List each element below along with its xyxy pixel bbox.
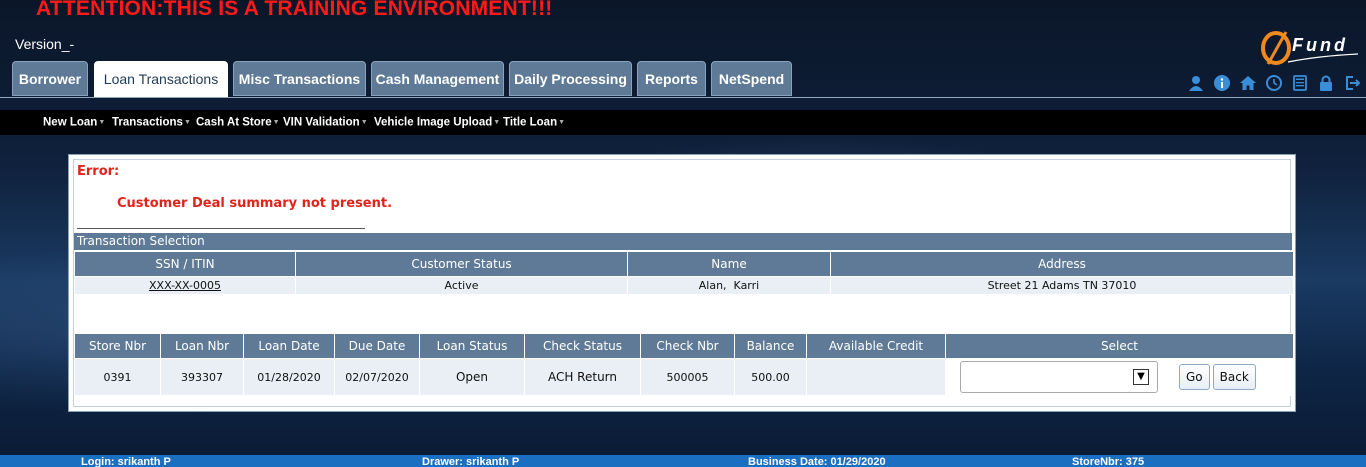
subnav-title-loan[interactable]: Title Loan▼ [503,110,565,135]
table-header-row: Store Nbr Loan Nbr Loan Date Due Date Lo… [74,333,1294,359]
store-nbr-cell: 0391 [74,358,161,396]
footer-business-date: Business Date: 01/29/2020 [748,456,886,467]
col-due-date: Due Date [334,333,420,359]
transaction-panel: Error: Customer Deal summary not present… [68,154,1296,412]
chevron-down-icon: ▼ [1133,369,1149,385]
customer-status-cell: Active [295,276,628,295]
table-row: XXX-XX-0005 Active Alan, Karri Street 21… [74,276,1294,295]
check-nbr-cell: 500005 [640,358,735,396]
col-loan-status: Loan Status [419,333,525,359]
col-loan-nbr: Loan Nbr [160,333,244,359]
footer-store: StoreNbr: 375 [1072,456,1145,467]
loan-nbr-cell: 393307 [160,358,244,396]
footer-drawer: Drawer: srikanth P [422,456,520,467]
table-header-row: SSN / ITIN Customer Status Name Address [74,251,1294,277]
col-address: Address [830,251,1294,277]
subnav-cash-at-store[interactable]: Cash At Store▼ [196,110,280,135]
sub-navigation: New Loan▼ Transactions▼ Cash At Store▼ V… [0,110,1366,135]
error-title: Error: [77,164,120,179]
lock-icon[interactable] [1317,75,1335,93]
logout-icon[interactable] [1343,75,1361,93]
subnav-transactions[interactable]: Transactions▼ [112,110,191,135]
col-customer-status: Customer Status [295,251,628,277]
check-status-cell: ACH Return [524,358,641,396]
status-footer: Login: srikanth P Drawer: srikanth P Bus… [0,455,1366,467]
subnav-vin-validation[interactable]: VIN Validation▼ [283,110,368,135]
tab-loan-transactions[interactable]: Loan Transactions [94,61,228,98]
caret-icon: ▼ [272,119,280,126]
tab-reports[interactable]: Reports [637,61,706,96]
col-check-nbr: Check Nbr [640,333,735,359]
error-underline [77,228,365,229]
caret-icon: ▼ [183,119,191,126]
loan-date-cell: 01/28/2020 [243,358,335,396]
ssn-link[interactable]: XXX-XX-0005 [74,276,296,295]
col-check-status: Check Status [524,333,641,359]
caret-icon: ▼ [360,119,368,126]
due-date-cell: 02/07/2020 [334,358,420,396]
col-ssn: SSN / ITIN [74,251,296,277]
logo-text: Fund [1292,35,1348,55]
balance-cell: 500.00 [734,358,807,396]
tab-cash-management[interactable]: Cash Management [371,61,504,96]
available-credit-cell [806,358,946,396]
subnav-vehicle-image-upload[interactable]: Vehicle Image Upload▼ [374,110,500,135]
col-name: Name [627,251,831,277]
back-button[interactable]: Back [1212,364,1256,390]
customer-name-cell: Alan, Karri [627,276,831,295]
go-button[interactable]: Go [1179,364,1210,390]
col-available-credit: Available Credit [806,333,946,359]
error-message: Customer Deal summary not present. [117,196,393,211]
tab-misc-transactions[interactable]: Misc Transactions [233,61,366,96]
version-label: Version_- [15,36,75,52]
panel-inner: Error: Customer Deal summary not present… [73,159,1294,407]
tab-netspend[interactable]: NetSpend [711,61,792,96]
footer-login: Login: srikanth P [81,456,171,467]
info-icon[interactable] [1213,75,1231,93]
caret-icon: ▼ [493,119,501,126]
customer-address-cell: Street 21 Adams TN 37010 [830,276,1294,295]
select-cell: ▼ Go Back [945,358,1294,396]
tab-daily-processing[interactable]: Daily Processing [509,61,632,96]
action-select[interactable]: ▼ [960,361,1158,393]
loan-table: Store Nbr Loan Nbr Loan Date Due Date Lo… [74,333,1294,396]
customer-table: SSN / ITIN Customer Status Name Address … [74,251,1294,295]
caret-icon: ▼ [558,119,566,126]
home-icon[interactable] [1239,75,1257,93]
training-banner: ATTENTION:THIS IS A TRAINING ENVIRONMENT… [36,0,553,20]
clock-icon[interactable] [1265,75,1283,93]
tabs-divider [0,97,1366,98]
caret-icon: ▼ [98,119,106,126]
tab-borrower[interactable]: Borrower [12,61,88,96]
qfund-logo: Fund [1261,31,1359,65]
col-loan-date: Loan Date [243,333,335,359]
col-store-nbr: Store Nbr [74,333,161,359]
col-balance: Balance [734,333,807,359]
loan-status-cell: Open [419,358,525,396]
subnav-new-loan[interactable]: New Loan▼ [43,110,105,135]
user-icon[interactable] [1187,75,1205,93]
table-row: 0391 393307 01/28/2020 02/07/2020 Open A… [74,358,1294,396]
calculator-icon[interactable] [1291,75,1309,93]
col-select: Select [945,333,1294,359]
section-header: Transaction Selection [74,233,1292,250]
